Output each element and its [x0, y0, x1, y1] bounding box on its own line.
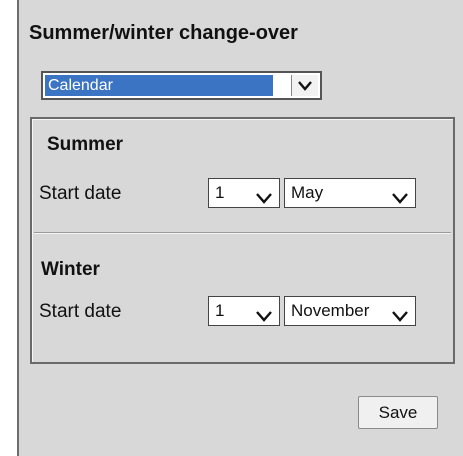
- winter-day-value: 1: [215, 301, 225, 320]
- winter-day-select[interactable]: 1: [208, 296, 280, 326]
- summer-day-value: 1: [215, 183, 225, 202]
- page-title: Summer/winter change-over: [29, 22, 298, 44]
- section-divider: [34, 232, 451, 234]
- mode-select-value: Calendar: [45, 75, 273, 96]
- summer-month-select[interactable]: May: [284, 178, 416, 208]
- chevron-down-icon: [255, 186, 273, 214]
- chevron-down-icon: [391, 186, 409, 214]
- winter-month-value: November: [291, 301, 370, 320]
- summer-month-value: May: [291, 183, 324, 202]
- season-settings-box: Summer Start date 1 May Winter Start dat…: [30, 117, 455, 364]
- winter-heading: Winter: [41, 259, 100, 280]
- summer-start-label: Start date: [39, 183, 122, 204]
- chevron-down-icon: [391, 304, 409, 332]
- summer-day-select[interactable]: 1: [208, 178, 280, 208]
- winter-start-label: Start date: [39, 301, 122, 322]
- summer-heading: Summer: [47, 134, 124, 155]
- winter-month-select[interactable]: November: [284, 296, 416, 326]
- chevron-down-icon: [255, 304, 273, 332]
- changeover-panel: Summer/winter change-over Calendar Summe…: [17, 0, 463, 456]
- save-button[interactable]: Save: [358, 396, 438, 429]
- mode-select[interactable]: Calendar: [41, 71, 322, 100]
- chevron-down-icon[interactable]: [291, 75, 318, 96]
